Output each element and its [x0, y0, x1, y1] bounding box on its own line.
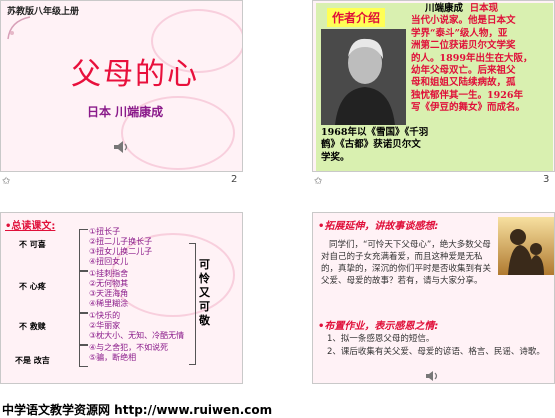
- list-item: ③扭女儿换二儿子: [89, 247, 153, 256]
- bio-text: 洲第二位获诺贝尔文学奖: [411, 40, 516, 52]
- transition-star-icon: ✩: [314, 176, 323, 187]
- slide-4[interactable]: •拓展延伸，讲故事谈感想: 同学们，“可怜天下父母心”，绝大多数父母对自己的子女…: [312, 212, 555, 384]
- task-item: 2、课后收集有关父爱、母爱的谚语、格言、民谣、诗歌。: [327, 347, 545, 357]
- group-items: ①扭长子 ②扭二儿子换长子 ③扭女儿换二儿子 ④扭回女儿: [89, 227, 152, 267]
- section-badge: 作者介绍: [327, 8, 386, 27]
- list-item: ②华丽家: [89, 321, 121, 330]
- author-bio: 川端康成 日本现 当代小说家。他是日本文 学界“泰斗”级人物，亚 洲第二位获诺贝…: [411, 3, 553, 115]
- author-bio-awards: 1968年以《雪国》《千羽 鹤》《古都》获诺贝尔文 学奖。: [321, 127, 553, 164]
- bio-text: 1968年以《雪国》《千羽: [321, 127, 429, 138]
- section-heading: •总读课文:: [5, 221, 56, 232]
- slide-number: 3: [543, 174, 550, 185]
- bio-text: 日本现: [469, 3, 499, 14]
- section-heading: •布置作业，表示感恩之情:: [318, 321, 439, 332]
- bio-text: 独忧郁伴其一生。1926年: [411, 89, 523, 101]
- author-photo: [321, 29, 406, 125]
- slide-1[interactable]: 苏教版八年级上册 父母的心 日本 川端康成: [0, 0, 243, 172]
- list-item: ⑤骗，断绝相: [89, 353, 137, 362]
- section-heading: •拓展延伸，讲故事谈感想:: [318, 221, 439, 232]
- author-line: 日本 川端康成: [87, 105, 164, 119]
- side-label: 可 怜 又 可 敬: [199, 258, 210, 328]
- discussion-paragraph: 同学们，“可怜天下父母心”，绝大多数父母对自己的子女充满着爱，而且这种爱是无私的…: [321, 240, 492, 286]
- list-item: ③天涯海角: [89, 289, 129, 298]
- speaker-icon[interactable]: [425, 367, 439, 383]
- bio-text: 学奖。: [321, 151, 350, 163]
- list-item: ①扭长子: [89, 227, 121, 236]
- site-footer[interactable]: 中学语文教学资源网 http://www.ruiwen.com: [2, 401, 272, 418]
- group-label: 不是 改吉: [15, 356, 50, 365]
- bracket: [189, 243, 196, 365]
- list-item: ②扭二儿子换长子: [89, 237, 153, 246]
- bio-text: 写《伊豆的舞女》而成名。: [411, 102, 526, 114]
- parent-child-photo: [498, 217, 554, 275]
- bracket: [79, 271, 88, 313]
- speaker-icon[interactable]: [113, 139, 129, 158]
- group-items: ①挂刺指舍 ②无何物其 ③天涯海角 ④稀里糊涂: [89, 269, 128, 309]
- side-char: 可: [199, 300, 210, 313]
- bracket: [79, 345, 88, 367]
- group-label: 不 可喜: [19, 240, 46, 249]
- side-char: 敬: [199, 314, 210, 327]
- page-title: 父母的心: [71, 57, 199, 92]
- side-char: 又: [199, 286, 210, 299]
- list-item: ④与之舍犯，不如说死: [89, 343, 169, 352]
- list-item: ④扭回女儿: [89, 257, 129, 266]
- bio-text: 当代小说家。他是日本文: [411, 15, 516, 27]
- group-items: ①快乐的 ②华丽家 ③枕大小、无知、冷酷无情: [89, 311, 184, 341]
- bracket: [79, 229, 88, 271]
- bio-text: 母和姐姐又陆续病故，孤: [411, 77, 516, 89]
- task-item: 1、拟一条感恩父母的短信。: [327, 334, 435, 344]
- list-item: ②无何物其: [89, 279, 129, 288]
- slide-number: 2: [231, 174, 238, 185]
- slide-3[interactable]: •总读课文: 不 可喜 ①扭长子 ②扭二儿子换长子 ③扭女儿换二儿子 ④扭回女儿…: [0, 212, 243, 384]
- bio-text: 幼年父母双亡。后来祖父: [411, 65, 516, 77]
- corner-ornament: [6, 15, 32, 41]
- group-label: 不 救赎: [19, 322, 46, 331]
- list-item: ①挂刺指舍: [89, 269, 129, 278]
- side-char: 怜: [199, 272, 210, 285]
- side-char: 可: [199, 258, 210, 271]
- list-item: ①快乐的: [89, 311, 121, 320]
- bio-text: 鹤》《古都》获诺贝尔文: [321, 139, 421, 151]
- slide-2[interactable]: 作者介绍 川端康成 日本现 当代小说家。他是日本文 学界“泰斗”级人物，亚 洲第…: [312, 0, 555, 172]
- group-items: ④与之舍犯，不如说死 ⑤骗，断绝相: [89, 343, 168, 363]
- list-item: ③枕大小、无知、冷酷无情: [89, 331, 185, 340]
- transition-star-icon: ✩: [2, 176, 11, 187]
- bio-name: 川端康成: [425, 3, 464, 14]
- bio-text: 学界“泰斗”级人物，亚: [411, 27, 508, 39]
- bracket: [79, 313, 88, 345]
- list-item: ④稀里糊涂: [89, 299, 129, 308]
- group-label: 不 心疼: [19, 282, 46, 291]
- bio-text: 的人。1899年出生在大阪，: [411, 52, 533, 64]
